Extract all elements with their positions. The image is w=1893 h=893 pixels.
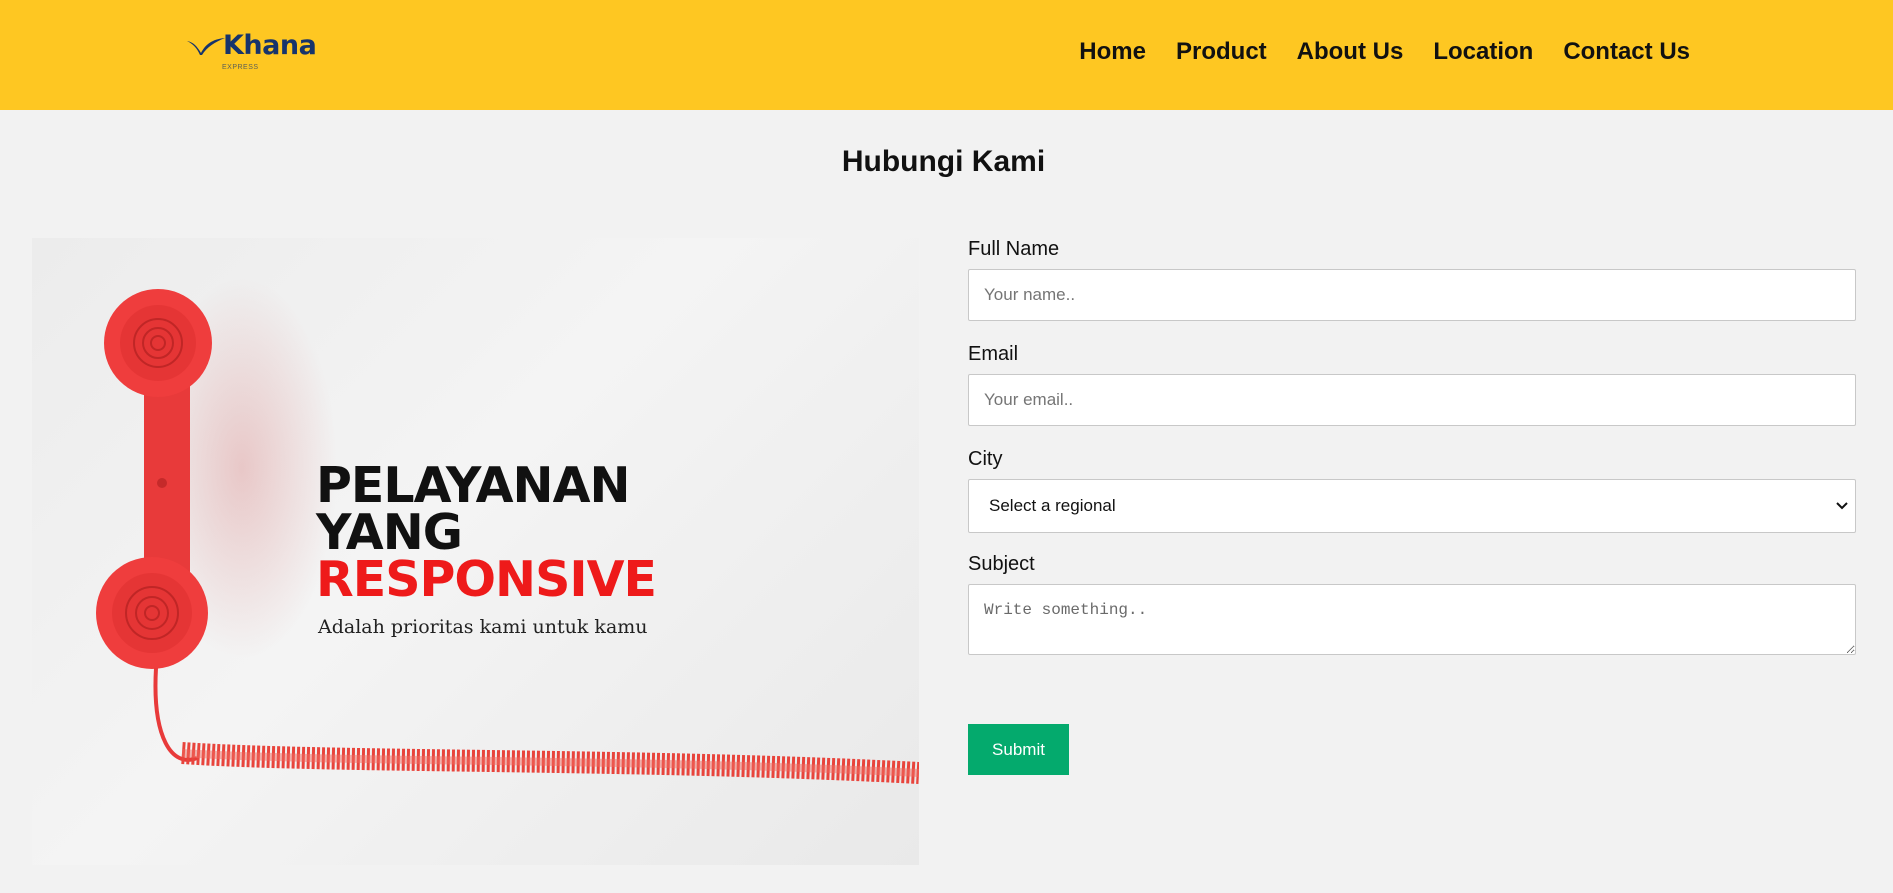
page-title: Hubungi Kami xyxy=(841,145,1046,178)
nav-product[interactable]: Product xyxy=(1176,38,1267,66)
logo-wordmark: Khana xyxy=(223,30,317,61)
logo-subtitle: EXPRESS xyxy=(222,64,259,71)
promo-image: PELAYANAN YANG RESPONSIVE Adalah priorit… xyxy=(32,238,919,865)
main-nav: Home Product About Us Location Contact U… xyxy=(1079,38,1690,66)
contact-form: Full Name Email City Select a regional S… xyxy=(968,238,1856,775)
subject-textarea[interactable] xyxy=(968,584,1856,655)
submit-button[interactable]: Submit xyxy=(968,724,1069,775)
subject-label: Subject xyxy=(968,553,1035,575)
nav-home[interactable]: Home xyxy=(1079,38,1146,66)
swoosh-icon xyxy=(187,38,225,55)
full-name-input[interactable] xyxy=(968,269,1856,321)
nav-location[interactable]: Location xyxy=(1433,38,1533,66)
city-label: City xyxy=(968,448,1003,470)
full-name-label: Full Name xyxy=(968,238,1060,260)
chevron-down-icon xyxy=(1836,502,1848,510)
nav-about-us[interactable]: About Us xyxy=(1297,38,1404,66)
city-select-value[interactable]: Select a regional xyxy=(968,479,1856,533)
promo-headline-line3: RESPONSIVE xyxy=(316,551,657,608)
email-label: Email xyxy=(968,343,1019,365)
city-select[interactable]: Select a regional xyxy=(968,479,1856,533)
logo[interactable]: Khana EXPRESS xyxy=(185,30,317,76)
nav-contact-us[interactable]: Contact Us xyxy=(1563,38,1690,66)
site-header: Khana EXPRESS Home Product About Us Loca… xyxy=(0,0,1893,110)
email-input[interactable] xyxy=(968,374,1856,426)
promo-tagline: Adalah prioritas kami untuk kamu xyxy=(318,616,648,638)
